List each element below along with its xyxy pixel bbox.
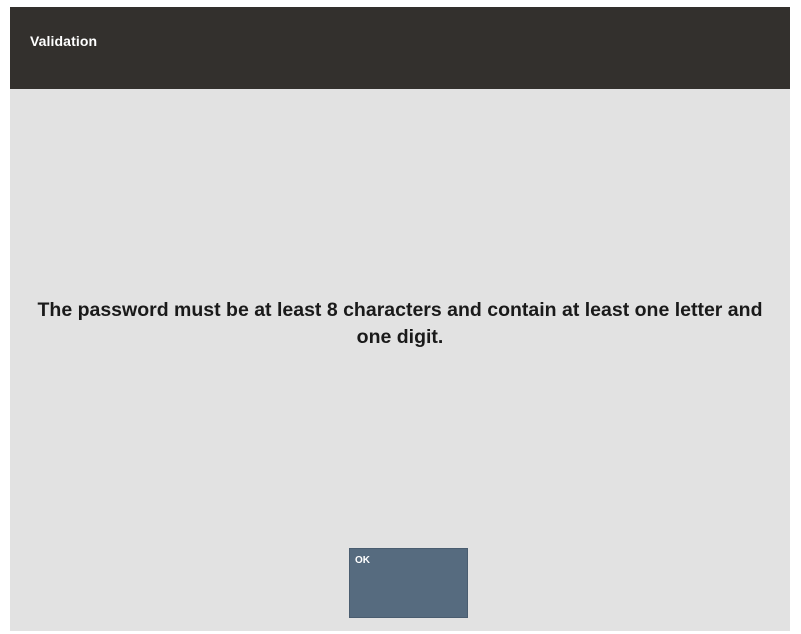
dialog-titlebar: Validation [10, 7, 790, 89]
validation-message: The password must be at least 8 characte… [37, 299, 763, 348]
ok-button[interactable]: OK [349, 548, 468, 618]
validation-dialog: Validation The password must be at least… [10, 7, 790, 631]
ok-button-label: OK [355, 555, 370, 566]
dialog-title: Validation [30, 33, 98, 49]
